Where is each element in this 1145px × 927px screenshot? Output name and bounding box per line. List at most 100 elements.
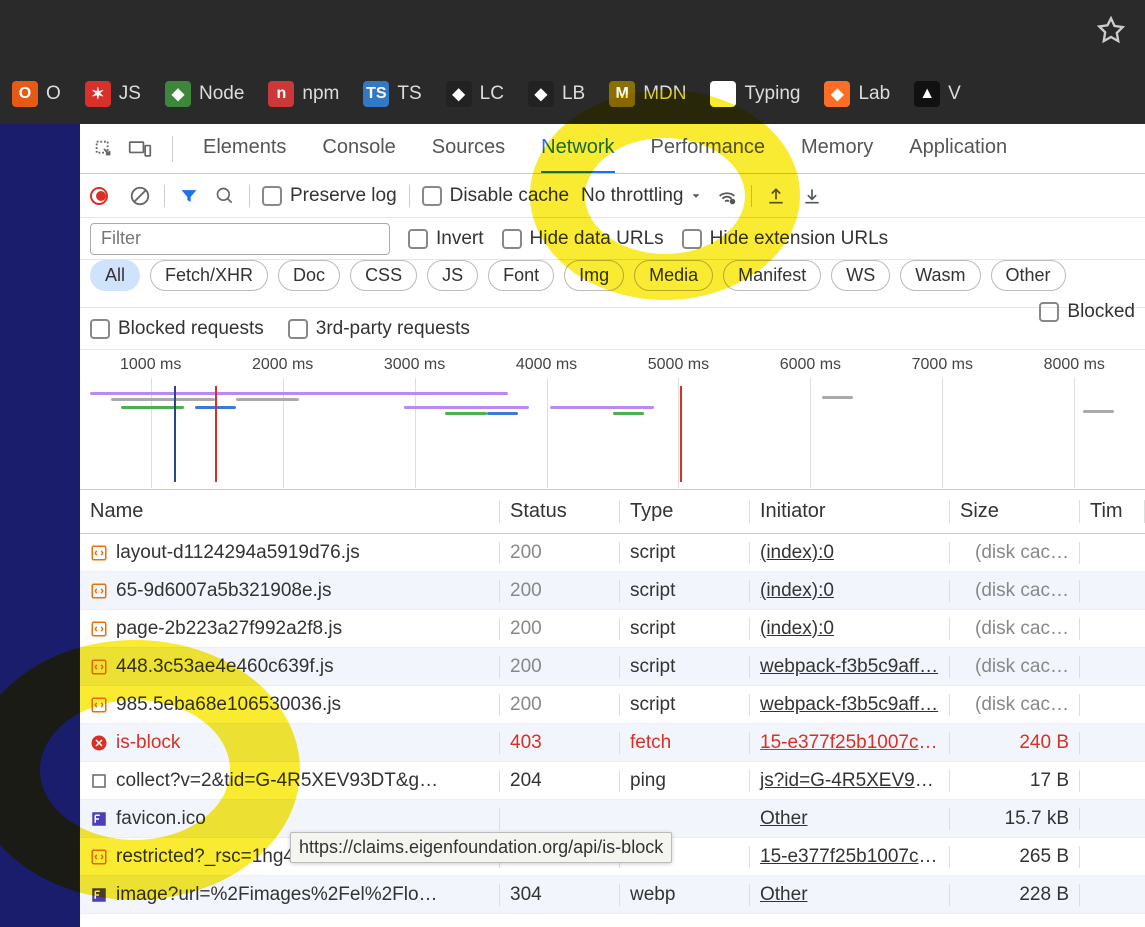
tab-console[interactable]: Console: [322, 124, 395, 173]
col-name[interactable]: Name: [80, 500, 500, 523]
preserve-log-checkbox[interactable]: Preserve log: [262, 185, 397, 207]
filter-input[interactable]: [90, 223, 390, 255]
clear-icon[interactable]: [128, 184, 152, 208]
device-toggle-icon[interactable]: [126, 135, 154, 163]
col-initiator[interactable]: Initiator: [750, 500, 950, 523]
inspect-icon[interactable]: [90, 135, 118, 163]
table-row[interactable]: 985.5eba68e106530036.js 200 script webpa…: [80, 686, 1145, 724]
type-pill[interactable]: Other: [991, 260, 1066, 291]
bookmarks-bar: OO ✶JS ◆Node nnpm TSTS ◆LC ◆LB MMDN t Typing ◆Lab ▲…: [0, 64, 1145, 124]
table-row[interactable]: page-2b223a27f992a2f8.js 200 script (ind…: [80, 610, 1145, 648]
timeline-tick: 4000 ms: [516, 356, 577, 374]
disable-cache-checkbox[interactable]: Disable cache: [422, 185, 569, 207]
request-initiator[interactable]: js?id=G-4R5XEV93D…: [750, 770, 950, 792]
bookmark-item[interactable]: MMDN: [609, 81, 686, 107]
bookmark-item[interactable]: ◆LB: [528, 81, 585, 107]
request-initiator[interactable]: webpack-f3b5c9aff…: [750, 694, 950, 716]
table-row[interactable]: 65-9d6007a5b321908e.js 200 script (index…: [80, 572, 1145, 610]
type-pill[interactable]: Doc: [278, 260, 340, 291]
col-size[interactable]: Size: [950, 500, 1080, 523]
col-status[interactable]: Status: [500, 500, 620, 523]
request-initiator[interactable]: (index):0: [750, 618, 950, 640]
bookmark-icon: ◆: [165, 81, 191, 107]
tab-application[interactable]: Application: [909, 124, 1007, 173]
type-pill[interactable]: Wasm: [900, 260, 980, 291]
bookmark-item[interactable]: ✶JS: [85, 81, 141, 107]
bookmark-item[interactable]: OO: [12, 81, 61, 107]
search-icon[interactable]: [213, 184, 237, 208]
hide-extension-urls-checkbox[interactable]: Hide extension URLs: [682, 228, 888, 250]
table-row[interactable]: collect?v=2&tid=G-4R5XEV93DT&g… 204 ping…: [80, 762, 1145, 800]
bookmark-label: Typing: [744, 83, 800, 105]
table-header: Name Status Type Initiator Size Tim: [80, 490, 1145, 534]
type-pill[interactable]: CSS: [350, 260, 417, 291]
col-time[interactable]: Tim: [1080, 500, 1145, 523]
bookmark-label: O: [46, 83, 61, 105]
type-pill[interactable]: Fetch/XHR: [150, 260, 268, 291]
bookmark-label: V: [948, 83, 961, 105]
bookmark-label: TS: [397, 83, 421, 105]
request-initiator[interactable]: (index):0: [750, 542, 950, 564]
network-type-pills: All Fetch/XHR Doc CSS JS Font Img Media Manifest…: [80, 260, 1145, 308]
request-name: is-block: [116, 732, 180, 754]
invert-checkbox[interactable]: Invert: [408, 228, 484, 250]
devtools-panel: Elements Console Sources Network Performance…: [80, 124, 1145, 927]
type-pill[interactable]: Manifest: [723, 260, 821, 291]
request-initiator[interactable]: Other: [750, 808, 950, 830]
table-row[interactable]: layout-d1124294a5919d76.js 200 script (i…: [80, 534, 1145, 572]
bookmark-item[interactable]: nnpm: [268, 81, 339, 107]
request-size: 15.7 kB: [950, 808, 1080, 830]
filter-icon[interactable]: [177, 184, 201, 208]
request-initiator[interactable]: webpack-f3b5c9aff…: [750, 656, 950, 678]
bookmark-item[interactable]: t Typing: [710, 81, 800, 107]
request-size: (disk cac…: [950, 542, 1080, 564]
request-initiator[interactable]: 15-e377f25b1007c8…: [750, 846, 950, 868]
tab-memory[interactable]: Memory: [801, 124, 873, 173]
bookmark-icon: ◆: [446, 81, 472, 107]
request-name: 65-9d6007a5b321908e.js: [116, 580, 332, 602]
bookmark-item[interactable]: ▲V: [914, 81, 961, 107]
bookmark-item[interactable]: ◆Lab: [824, 81, 890, 107]
request-name: 985.5eba68e106530036.js: [116, 694, 341, 716]
table-row[interactable]: image?url=%2Fimages%2Fel%2Flo… 304 webp …: [80, 876, 1145, 914]
request-size: (disk cac…: [950, 656, 1080, 678]
request-initiator[interactable]: Other: [750, 884, 950, 906]
tab-performance[interactable]: Performance: [651, 124, 766, 173]
request-type: script: [620, 580, 750, 602]
request-initiator[interactable]: (index):0: [750, 580, 950, 602]
network-conditions-icon[interactable]: [715, 184, 739, 208]
network-timeline[interactable]: 1000 ms2000 ms3000 ms4000 ms5000 ms6000 …: [80, 350, 1145, 490]
file-type-icon: [90, 658, 108, 676]
hide-data-urls-checkbox[interactable]: Hide data URLs: [502, 228, 664, 250]
blocked-requests-checkbox[interactable]: Blocked requests: [90, 318, 264, 340]
request-name: layout-d1124294a5919d76.js: [116, 542, 360, 564]
tab-network[interactable]: Network: [541, 124, 614, 173]
bookmark-icon: M: [609, 81, 635, 107]
table-row[interactable]: 448.3c53ae4e460c639f.js 200 script webpa…: [80, 648, 1145, 686]
request-type: script: [620, 618, 750, 640]
file-type-icon: [90, 582, 108, 600]
col-type[interactable]: Type: [620, 500, 750, 523]
request-type: script: [620, 542, 750, 564]
type-pill[interactable]: All: [90, 260, 140, 291]
type-pill[interactable]: JS: [427, 260, 478, 291]
type-pill[interactable]: Img: [564, 260, 624, 291]
bookmark-item[interactable]: TSTS: [363, 81, 421, 107]
throttling-dropdown[interactable]: No throttling: [581, 185, 703, 207]
table-row[interactable]: is-block 403 fetch 15-e377f25b1007c8… 24…: [80, 724, 1145, 762]
type-pill[interactable]: WS: [831, 260, 890, 291]
type-pill[interactable]: Font: [488, 260, 554, 291]
request-status: 204: [500, 770, 620, 792]
bookmark-item[interactable]: ◆LC: [446, 81, 504, 107]
tab-sources[interactable]: Sources: [432, 124, 505, 173]
upload-icon[interactable]: [764, 184, 788, 208]
tab-elements[interactable]: Elements: [203, 124, 286, 173]
request-type: ping: [620, 770, 750, 792]
bookmark-item[interactable]: ◆Node: [165, 81, 244, 107]
request-initiator[interactable]: 15-e377f25b1007c8…: [750, 732, 950, 754]
download-icon[interactable]: [800, 184, 824, 208]
star-icon[interactable]: [1097, 16, 1125, 49]
type-pill[interactable]: Media: [634, 260, 713, 291]
third-party-checkbox[interactable]: 3rd-party requests: [288, 318, 470, 340]
bookmark-icon: t: [710, 81, 736, 107]
